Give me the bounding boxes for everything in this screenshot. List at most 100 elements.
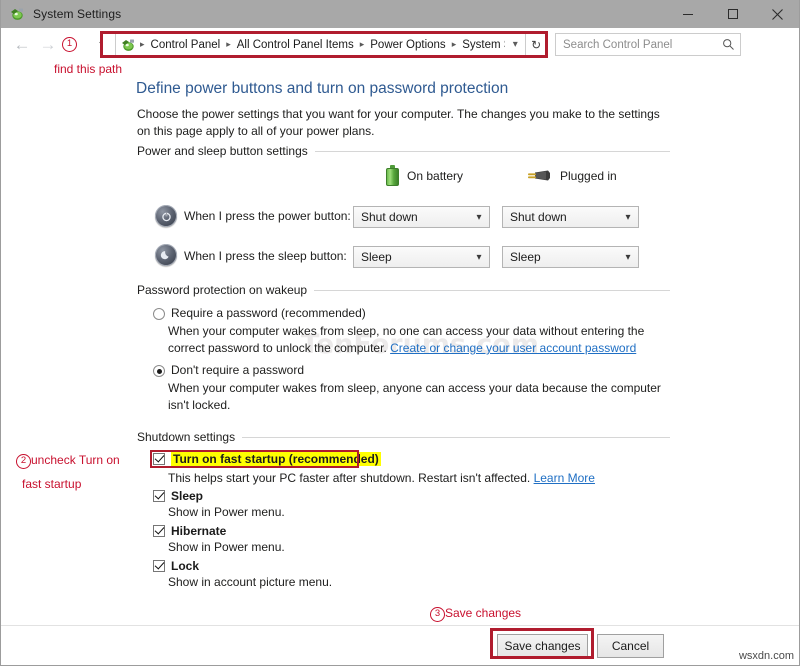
breadcrumb-separator: ▸	[356, 39, 369, 50]
group-divider	[315, 151, 670, 152]
system-settings-icon	[9, 6, 25, 22]
column-label: Plugged in	[560, 169, 617, 183]
group-divider	[314, 290, 670, 291]
radio-indicator[interactable]	[153, 308, 165, 320]
checkbox-indicator[interactable]	[153, 525, 165, 537]
power-button-plugged-in-select[interactable]: Shut down ▾	[502, 206, 639, 228]
search-placeholder: Search Control Panel	[556, 39, 716, 51]
search-input[interactable]: Search Control Panel	[555, 33, 741, 56]
column-header-on-battery: On battery	[386, 165, 463, 186]
help-text-sleep: Show in Power menu.	[168, 504, 668, 521]
refresh-icon[interactable]: ↻	[526, 33, 547, 56]
link-learn-more[interactable]: Learn More	[534, 471, 595, 485]
help-text-body: Show in account picture menu.	[168, 575, 332, 589]
page-description: Choose the power settings that you want …	[137, 106, 662, 140]
radio-indicator[interactable]	[153, 365, 165, 377]
row-label-sleep-button: When I press the sleep button:	[184, 249, 347, 263]
power-button-icon	[155, 205, 177, 227]
select-value: Sleep	[354, 250, 469, 264]
annotation-step-3: 3Save changes	[430, 606, 521, 622]
link-create-or-change-password[interactable]: Create or change your user account passw…	[390, 341, 636, 355]
help-text-body: This helps start your PC faster after sh…	[168, 471, 534, 485]
footer-bar: Save changes Cancel	[1, 626, 799, 665]
help-text-fast-startup: This helps start your PC faster after sh…	[168, 470, 668, 487]
power-plug-icon	[526, 168, 552, 184]
annotation-step-2-text: uncheck Turn on	[31, 453, 120, 467]
save-changes-button[interactable]: Save changes	[497, 634, 588, 658]
sleep-button-plugged-in-select[interactable]: Sleep ▾	[502, 246, 639, 268]
annotation-step-1-marker: 1	[62, 36, 77, 52]
checkbox-sleep[interactable]: Sleep	[153, 489, 203, 503]
breadcrumb-separator: ▸	[448, 39, 461, 50]
maximize-icon[interactable]	[710, 0, 755, 28]
checkbox-indicator[interactable]	[153, 560, 165, 572]
group-header-shutdown-settings: Shutdown settings	[137, 430, 670, 444]
radio-label: Don't require a password	[171, 363, 304, 377]
help-text-require-password: When your computer wakes from sleep, no …	[168, 323, 668, 357]
chevron-down-icon: ▾	[469, 212, 489, 223]
main-content: Define power buttons and turn on passwor…	[1, 61, 799, 605]
chevron-down-icon: ▾	[618, 212, 638, 223]
select-value: Shut down	[503, 210, 618, 224]
navigation-bar: ← → ↑ ▸ Control Panel ▸ All Control P	[1, 28, 799, 61]
breadcrumb-item-all-control-panel-items[interactable]: All Control Panel Items	[235, 39, 356, 51]
group-label: Power and sleep button settings	[137, 144, 315, 158]
annotation-number: 1	[62, 37, 77, 52]
row-label-power-button: When I press the power button:	[184, 209, 351, 223]
checkbox-lock[interactable]: Lock	[153, 559, 199, 573]
select-value: Shut down	[354, 210, 469, 224]
annotation-number: 2	[16, 454, 31, 469]
page-title: Define power buttons and turn on passwor…	[136, 80, 508, 98]
search-icon[interactable]	[716, 38, 740, 51]
cancel-button[interactable]: Cancel	[597, 634, 664, 658]
power-button-on-battery-select[interactable]: Shut down ▾	[353, 206, 490, 228]
help-text-body: When your computer wakes from sleep, any…	[168, 381, 661, 412]
annotation-step-2-line1: 2uncheck Turn on	[16, 453, 120, 469]
chevron-down-icon: ▾	[469, 252, 489, 263]
group-label: Password protection on wakeup	[137, 283, 314, 297]
breadcrumb[interactable]: ▸ Control Panel ▸ All Control Panel Item…	[115, 33, 505, 56]
chevron-down-icon: ▾	[618, 252, 638, 263]
breadcrumb-separator: ▸	[222, 39, 235, 50]
breadcrumb-item-power-options[interactable]: Power Options	[368, 39, 447, 51]
checkbox-label: Turn on fast startup (recommended)	[171, 452, 381, 466]
breadcrumb-item-control-panel[interactable]: Control Panel	[149, 39, 223, 51]
credit-watermark: wsxdn.com	[739, 650, 794, 662]
column-header-plugged-in: Plugged in	[526, 168, 617, 184]
battery-icon	[386, 165, 399, 186]
help-text-dont-require-password: When your computer wakes from sleep, any…	[168, 380, 668, 414]
help-text-body: Show in Power menu.	[168, 540, 285, 554]
address-bar[interactable]: ▸ Control Panel ▸ All Control Panel Item…	[115, 33, 547, 56]
help-text-body: Show in Power menu.	[168, 505, 285, 519]
radio-dont-require-password[interactable]: Don't require a password	[153, 363, 304, 377]
help-text-lock: Show in account picture menu.	[168, 574, 668, 591]
help-text-hibernate: Show in Power menu.	[168, 539, 668, 556]
minimize-icon[interactable]	[665, 0, 710, 28]
annotation-step-1-text: find this path	[54, 62, 122, 76]
forward-arrow-icon[interactable]: →	[35, 32, 61, 58]
up-arrow-icon[interactable]: ↑	[89, 32, 113, 58]
checkbox-label: Hibernate	[171, 524, 226, 538]
back-arrow-icon[interactable]: ←	[9, 32, 35, 58]
group-label: Shutdown settings	[137, 430, 242, 444]
sleep-button-icon	[155, 244, 177, 266]
sleep-button-on-battery-select[interactable]: Sleep ▾	[353, 246, 490, 268]
radio-require-password[interactable]: Require a password (recommended)	[153, 306, 366, 320]
checkbox-turn-on-fast-startup[interactable]: Turn on fast startup (recommended)	[153, 452, 381, 466]
annotation-number: 3	[430, 607, 445, 622]
window-title: System Settings	[33, 7, 121, 21]
checkbox-label: Lock	[171, 559, 199, 573]
checkbox-indicator[interactable]	[153, 453, 165, 465]
chevron-down-icon[interactable]: ▾	[505, 33, 526, 56]
column-label: On battery	[407, 169, 463, 183]
system-settings-window: System Settings ← → ↑	[0, 0, 800, 666]
checkbox-indicator[interactable]	[153, 490, 165, 502]
annotation-step-2-line2: fast startup	[22, 477, 81, 491]
checkbox-hibernate[interactable]: Hibernate	[153, 524, 226, 538]
group-header-power-sleep: Power and sleep button settings	[137, 144, 670, 158]
radio-label: Require a password (recommended)	[171, 306, 366, 320]
breadcrumb-root-icon	[120, 37, 136, 53]
breadcrumb-separator: ▸	[136, 39, 149, 50]
group-divider	[242, 437, 670, 438]
close-icon[interactable]	[755, 0, 800, 28]
